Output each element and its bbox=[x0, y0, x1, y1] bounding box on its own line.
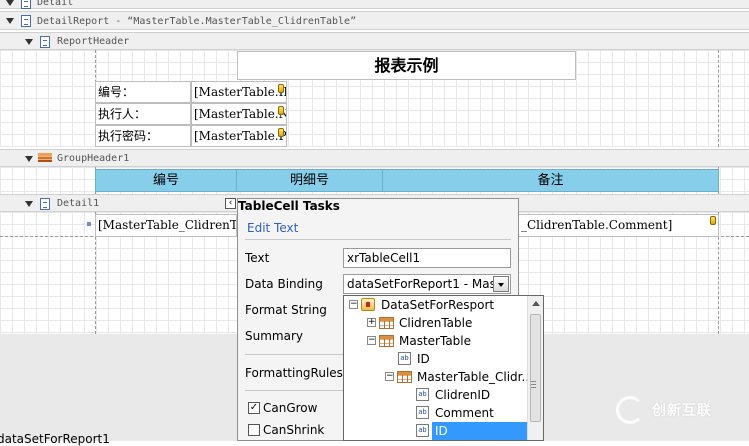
band-label: GroupHeader1 bbox=[57, 153, 130, 164]
collapse-icon[interactable] bbox=[6, 0, 14, 6]
table-icon bbox=[397, 371, 412, 383]
formatting-rules-label: FormattingRules bbox=[245, 366, 343, 380]
table-icon bbox=[379, 317, 394, 329]
margin-guide bbox=[718, 50, 719, 147]
binding-tag-icon bbox=[278, 128, 284, 137]
grip-icon bbox=[531, 381, 536, 388]
detail-right-cell[interactable]: _ClidrenTable.Comment] bbox=[518, 214, 719, 237]
group-icon bbox=[38, 153, 52, 162]
tree-scrollbar[interactable] bbox=[527, 296, 543, 440]
data-binding-label: Data Binding bbox=[245, 277, 323, 291]
band-icon bbox=[21, 15, 31, 27]
tasks-title: TableCell Tasks bbox=[238, 199, 340, 213]
data-binding-value: dataSetForReport1 - Mast bbox=[347, 277, 501, 291]
collapse-icon[interactable] bbox=[6, 18, 14, 24]
data-binding-tree-dropdown[interactable]: − DataSetForResport + ClidrenTable − Mas… bbox=[343, 295, 544, 441]
id-value-cell[interactable]: [MasterTable.ID] bbox=[191, 81, 287, 103]
band-icon bbox=[40, 198, 50, 210]
executor-value-cell[interactable]: [MasterTable.Name] bbox=[191, 103, 287, 125]
dropdown-arrow-icon[interactable] bbox=[493, 276, 509, 292]
column-header-detail-no[interactable]: 明细号 bbox=[236, 169, 383, 192]
tree-node-clidrenid[interactable]: ab ClidrenID bbox=[344, 386, 528, 404]
band-group-header[interactable]: GroupHeader1 bbox=[0, 149, 749, 167]
summary-label: Summary bbox=[245, 329, 303, 343]
report-title[interactable]: 报表示例 bbox=[237, 51, 576, 80]
collapse-icon[interactable]: − bbox=[349, 300, 358, 309]
collapse-icon[interactable] bbox=[25, 39, 33, 45]
watermark: 创新互联 bbox=[612, 394, 742, 430]
field-icon: ab bbox=[416, 424, 429, 437]
band-label: DetailReport - “MasterTable.MasterTable_… bbox=[37, 16, 357, 27]
binding-tag-icon bbox=[710, 216, 716, 225]
band-label: Detail bbox=[37, 0, 74, 8]
tree-node-relation[interactable]: − MasterTable_Clidr... bbox=[344, 368, 533, 386]
can-grow-checkbox[interactable]: ✓ bbox=[248, 402, 260, 414]
can-grow-label: CanGrow bbox=[263, 401, 318, 415]
band-detail[interactable]: Detail bbox=[0, 0, 749, 9]
divider bbox=[245, 239, 511, 240]
tree-node-selected-id[interactable]: ab ID bbox=[344, 422, 530, 440]
collapse-icon[interactable]: − bbox=[385, 372, 394, 381]
band-label: Detail1 bbox=[57, 198, 100, 209]
field-icon: ab bbox=[416, 406, 429, 419]
can-shrink-checkbox[interactable] bbox=[248, 424, 260, 436]
id-label-cell[interactable]: 编号： bbox=[95, 81, 191, 103]
collapse-icon[interactable]: − bbox=[367, 336, 376, 345]
row-handle-icon[interactable] bbox=[87, 222, 91, 226]
password-label-cell[interactable]: 执行密码： bbox=[95, 125, 191, 147]
text-label: Text bbox=[245, 251, 270, 265]
table-icon bbox=[379, 335, 394, 347]
smart-tag-button[interactable]: ‹ bbox=[225, 198, 236, 209]
scroll-thumb[interactable] bbox=[530, 314, 541, 422]
data-binding-combo[interactable]: dataSetForReport1 - Mast bbox=[343, 274, 511, 294]
band-icon bbox=[21, 0, 31, 9]
tree-node-id[interactable]: ab ID bbox=[344, 350, 528, 368]
tree-node-clidrentable[interactable]: + ClidrenTable bbox=[344, 314, 528, 332]
band-report-header[interactable]: ReportHeader bbox=[0, 32, 749, 50]
collapse-icon[interactable] bbox=[25, 156, 33, 162]
format-string-label: Format String bbox=[245, 303, 327, 317]
text-input[interactable]: xrTableCell1 bbox=[343, 248, 511, 268]
password-value-cell[interactable]: [MasterTable.Password] bbox=[191, 125, 287, 147]
expand-icon[interactable]: + bbox=[367, 318, 376, 327]
field-icon: ab bbox=[416, 388, 429, 401]
watermark-logo-icon bbox=[616, 396, 644, 424]
binding-tag-icon bbox=[278, 84, 284, 93]
binding-tag-icon bbox=[278, 106, 284, 115]
tree-node-dataset[interactable]: − DataSetForResport bbox=[344, 296, 528, 314]
edit-text-link[interactable]: Edit Text bbox=[247, 221, 298, 235]
dataset-icon bbox=[361, 298, 375, 311]
can-shrink-label: CanShrink bbox=[263, 423, 325, 437]
band-icon bbox=[40, 36, 50, 48]
collapse-icon[interactable] bbox=[25, 201, 33, 207]
column-header-id[interactable]: 编号 bbox=[95, 169, 237, 192]
executor-label-cell[interactable]: 执行人： bbox=[95, 103, 191, 125]
detail-left-cell[interactable]: [MasterTable_ClidrenTable.ClidrenID] bbox=[95, 214, 237, 237]
tree-node-comment[interactable]: ab Comment bbox=[344, 404, 528, 422]
band-label: ReportHeader bbox=[57, 36, 130, 47]
column-header-comment[interactable]: 备注 bbox=[382, 169, 719, 192]
component-tray-item[interactable]: dataSetForReport1 bbox=[0, 432, 110, 446]
tree-node-mastertable[interactable]: − MasterTable bbox=[344, 332, 528, 350]
scroll-up-icon[interactable] bbox=[532, 301, 540, 306]
band-detail-report[interactable]: DetailReport - “MasterTable.MasterTable_… bbox=[0, 11, 749, 30]
field-icon: ab bbox=[398, 352, 411, 365]
